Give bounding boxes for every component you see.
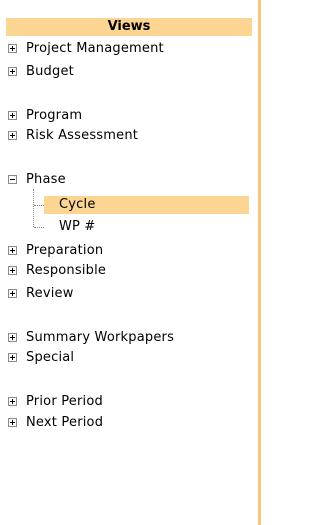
tree-item-label: Phase [26,172,66,187]
expand-icon[interactable] [8,418,17,427]
expand-icon[interactable] [8,44,17,53]
collapse-icon[interactable] [8,175,17,184]
tree-item-next-period[interactable]: Next Period [8,414,103,432]
tree-item-label: WP # [59,219,96,234]
tree-item-label: Review [26,286,74,301]
expand-icon[interactable] [8,111,17,120]
tree-item-responsible[interactable]: Responsible [8,262,106,280]
views-header: Views [6,18,252,36]
tree-item-label: Risk Assessment [26,128,139,143]
tree-item-label: Program [26,108,83,123]
expand-icon[interactable] [8,131,17,140]
tree-item-label: Summary Workpapers [26,330,175,345]
tree-item-label: Cycle [59,197,96,212]
tree-connector-line [34,205,44,206]
expand-icon[interactable] [8,289,17,298]
expand-icon[interactable] [8,353,17,362]
expand-icon[interactable] [8,266,17,275]
tree-item-label: Preparation [26,243,104,258]
tree-item-preparation[interactable]: Preparation [8,242,103,260]
tree-item-cycle[interactable]: Cycle [44,196,249,214]
expand-icon[interactable] [8,333,17,342]
expand-icon[interactable] [8,67,17,76]
tree-item-wp-number[interactable]: WP # [44,218,96,236]
tree-item-label: Prior Period [26,394,103,409]
tree-item-prior-period[interactable]: Prior Period [8,393,103,411]
tree-item-program[interactable]: Program [8,107,82,125]
tree-item-summary-workpapers[interactable]: Summary Workpapers [8,329,174,347]
tree-item-budget[interactable]: Budget [8,63,74,81]
tree-item-special[interactable]: Special [8,349,74,367]
tree-item-label: Next Period [26,415,104,430]
tree-item-label: Budget [26,64,74,79]
expand-icon[interactable] [8,397,17,406]
tree-item-label: Project Management [26,41,164,56]
tree-item-review[interactable]: Review [8,285,74,303]
tree-item-label: Responsible [26,263,107,278]
tree-item-phase[interactable]: Phase [8,171,66,189]
tree-item-project-management[interactable]: Project Management [8,40,164,58]
tree-connector-line [34,227,44,228]
tree-item-risk-assessment[interactable]: Risk Assessment [8,127,138,145]
tree-item-label: Special [26,350,75,365]
views-panel: Views Project Management Budget Program … [0,0,261,525]
tree-connector-line [33,189,34,227]
expand-icon[interactable] [8,246,17,255]
